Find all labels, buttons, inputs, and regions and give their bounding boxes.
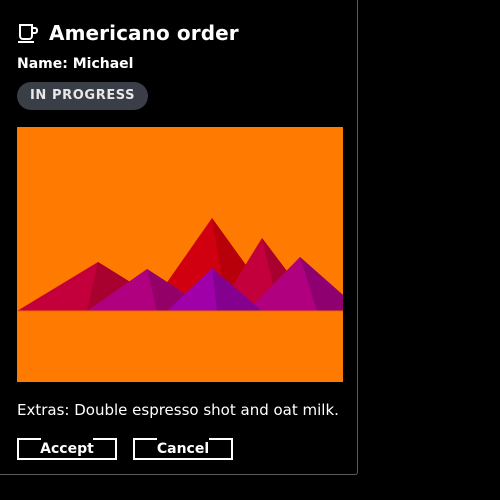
- order-card: Americano order Name: Michael IN PROGRES…: [0, 0, 358, 475]
- coffee-cup-icon: [17, 22, 39, 44]
- ground: [17, 311, 343, 382]
- order-title: Americano order: [49, 21, 239, 45]
- card-header: Americano order: [17, 19, 239, 47]
- customer-name: Name: Michael: [17, 56, 134, 72]
- accept-button[interactable]: Accept: [17, 438, 117, 460]
- cancel-button[interactable]: Cancel: [133, 438, 233, 460]
- mountain-landscape-image: [17, 127, 343, 382]
- order-extras: Extras: Double espresso shot and oat mil…: [17, 401, 339, 419]
- status-badge: IN PROGRESS: [17, 82, 149, 110]
